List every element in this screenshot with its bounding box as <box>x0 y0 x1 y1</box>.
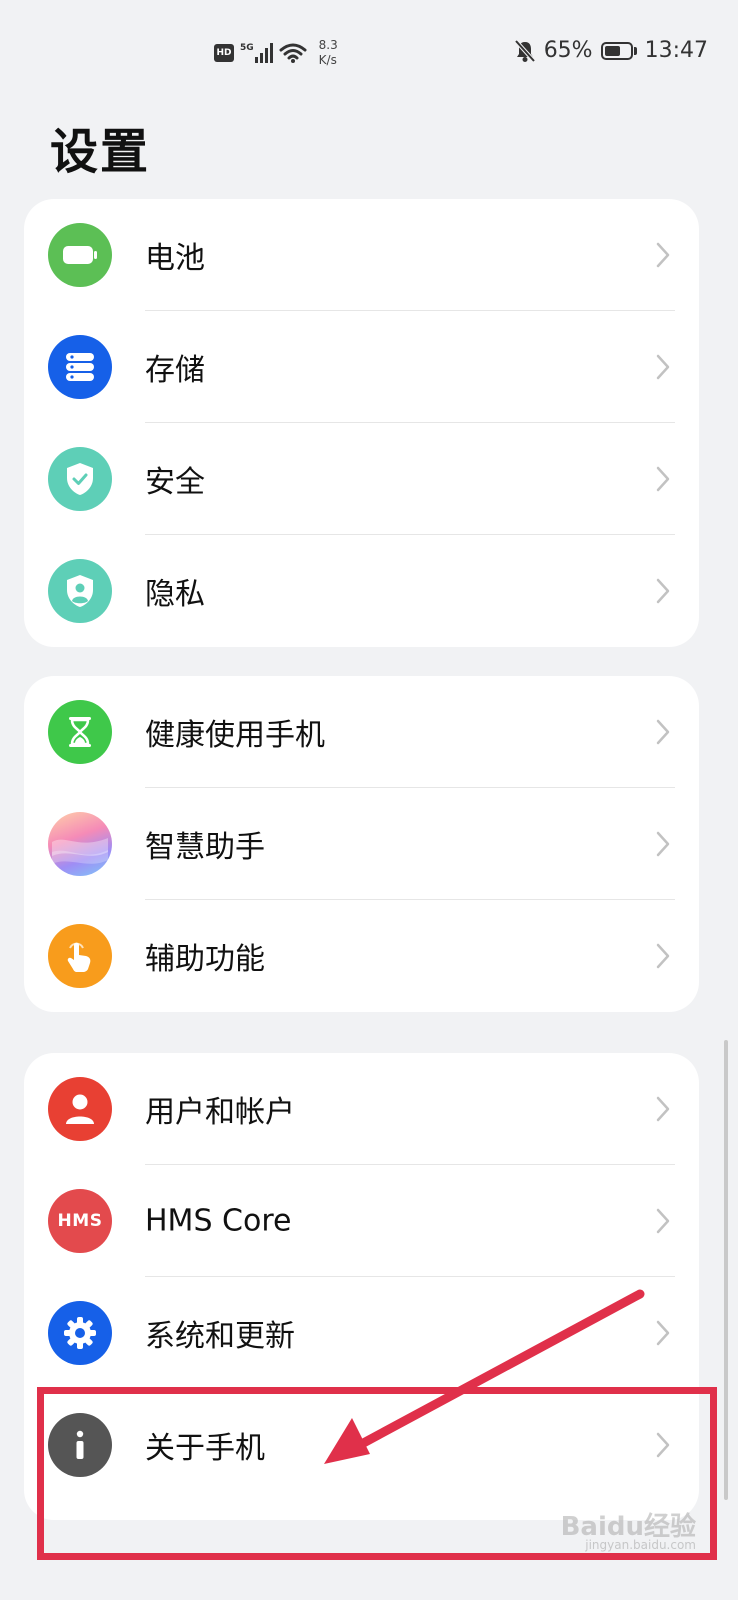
speed-unit: K/s <box>318 53 337 67</box>
battery-icon <box>48 223 112 287</box>
settings-item-label: 辅助功能 <box>145 942 265 977</box>
speed-value: 8.3 <box>318 38 338 52</box>
settings-item-label: 存储 <box>145 353 205 388</box>
hms-icon-text: HMS <box>57 1211 103 1231</box>
gear-icon <box>48 1301 112 1365</box>
chevron-right-icon <box>656 1208 670 1234</box>
hms-icon: HMS <box>48 1189 112 1253</box>
settings-group-2: 健康使用手机 智慧助手 辅助功能 <box>24 676 699 1012</box>
network-speed: 8.3 K/s <box>319 38 338 68</box>
settings-item-users-accounts[interactable]: 用户和帐户 <box>24 1053 699 1165</box>
watermark-url: jingyan.baidu.com <box>585 1538 696 1552</box>
settings-item-label: 隐私 <box>145 577 205 612</box>
cellular-signal: 5G <box>240 43 273 63</box>
page-title: 设置 <box>50 124 151 180</box>
chevron-right-icon <box>656 831 670 857</box>
status-bar: HD 5G 8.3 K/s 65% 13:47 <box>0 0 738 100</box>
settings-group-1: 电池 存储 安全 隐私 <box>24 199 699 647</box>
chevron-right-icon <box>656 943 670 969</box>
clock: 13:47 <box>644 38 708 63</box>
battery-percent: 65% <box>543 38 593 63</box>
settings-item-security[interactable]: 安全 <box>24 423 699 535</box>
settings-item-label: 智慧助手 <box>145 830 265 865</box>
settings-item-label: HMS Core <box>145 1203 292 1239</box>
settings-item-system-update[interactable]: 系统和更新 <box>24 1277 699 1389</box>
user-icon <box>48 1077 112 1141</box>
settings-item-battery[interactable]: 电池 <box>24 199 699 311</box>
settings-item-accessibility[interactable]: 辅助功能 <box>24 900 699 1012</box>
settings-item-assistant[interactable]: 智慧助手 <box>24 788 699 900</box>
chevron-right-icon <box>656 354 670 380</box>
chevron-right-icon <box>656 242 670 268</box>
battery-icon <box>600 41 637 60</box>
hd-badge: HD <box>214 44 234 62</box>
mute-bell-icon <box>514 39 536 62</box>
chevron-right-icon <box>656 1096 670 1122</box>
watermark: Baidu经验 jingyan.baidu.com <box>561 1506 696 1552</box>
settings-item-label: 电池 <box>145 241 205 276</box>
scrollbar[interactable] <box>724 1040 728 1500</box>
settings-item-label: 安全 <box>145 465 205 500</box>
settings-item-storage[interactable]: 存储 <box>24 311 699 423</box>
privacy-shield-icon <box>48 559 112 623</box>
chevron-right-icon <box>656 1320 670 1346</box>
wifi-icon <box>279 43 307 63</box>
chevron-right-icon <box>656 578 670 604</box>
settings-item-hms-core[interactable]: HMS HMS Core <box>24 1165 699 1277</box>
chevron-right-icon <box>656 719 670 745</box>
hand-icon <box>48 924 112 988</box>
shield-check-icon <box>48 447 112 511</box>
network-type: 5G <box>240 43 254 53</box>
settings-item-label: 系统和更新 <box>145 1319 295 1354</box>
settings-item-label: 健康使用手机 <box>145 718 325 753</box>
settings-item-privacy[interactable]: 隐私 <box>24 535 699 647</box>
settings-item-digital-balance[interactable]: 健康使用手机 <box>24 676 699 788</box>
storage-icon <box>48 335 112 399</box>
chevron-right-icon <box>656 466 670 492</box>
status-right: 65% 13:47 <box>514 38 708 63</box>
settings-item-label: 用户和帐户 <box>145 1095 295 1130</box>
hourglass-icon <box>48 700 112 764</box>
signal-bars-icon <box>254 43 273 63</box>
assistant-icon <box>48 812 112 876</box>
status-left: HD 5G 8.3 K/s <box>214 38 338 68</box>
